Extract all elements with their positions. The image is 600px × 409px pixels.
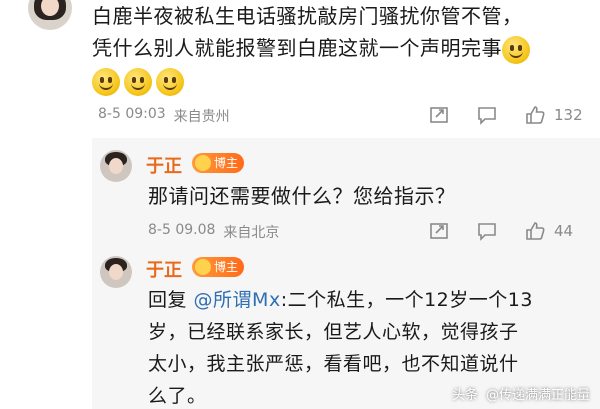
author-badge: 博主 bbox=[192, 257, 245, 277]
reply-actions: 44 bbox=[428, 220, 573, 242]
smile-emoji-icon bbox=[156, 67, 184, 96]
smile-emoji-icon bbox=[92, 67, 120, 96]
comment-date: 8-5 09:03 bbox=[98, 106, 166, 122]
reply-avatar[interactable] bbox=[100, 150, 132, 182]
like-icon[interactable] bbox=[524, 104, 546, 126]
comment-actions: 132 bbox=[428, 104, 583, 126]
comment-meta: 8-5 09:03 来自贵州 bbox=[98, 106, 230, 126]
crown-icon bbox=[195, 155, 211, 171]
reply-meta: 8-5 09.08 来自北京 bbox=[148, 222, 279, 242]
watermark: 头条 @传递满满正能量 bbox=[452, 384, 590, 403]
reply-line-1: 回复 @所谓Mx:二个私生，一个12岁一个13 bbox=[148, 289, 533, 311]
commenter-avatar[interactable] bbox=[28, 0, 72, 30]
smile-emoji-icon bbox=[502, 35, 530, 64]
comment-line-1: 白鹿半夜被私生电话骚扰敲房门骚扰你管不管， bbox=[92, 4, 523, 28]
mention-link[interactable]: @所谓Mx bbox=[194, 289, 281, 311]
reply-author-name[interactable]: 于正 bbox=[146, 256, 182, 282]
reply-line-3: 太小，我主张严惩，看看吧，也不知道说什 bbox=[148, 353, 519, 375]
like-icon[interactable] bbox=[524, 220, 546, 242]
reply-author-name[interactable]: 于正 bbox=[146, 152, 182, 178]
reply-text: 那请问还需要做什么？您给指示？ bbox=[148, 184, 456, 208]
watermark-platform: 头条 bbox=[451, 388, 478, 403]
reply-avatar[interactable] bbox=[100, 256, 132, 288]
reply-date: 8-5 09.08 bbox=[148, 222, 216, 238]
like-count: 44 bbox=[554, 222, 574, 240]
comment-icon[interactable] bbox=[476, 220, 498, 242]
watermark-account: @传递满满正能量 bbox=[485, 388, 590, 403]
crown-icon bbox=[195, 259, 211, 275]
avatar-face bbox=[109, 158, 123, 174]
comment-line-2: 凭什么别人就能报警到白鹿这就一个声明完事 bbox=[92, 32, 592, 64]
comment-line-3 bbox=[92, 64, 592, 96]
author-badge: 博主 bbox=[192, 153, 245, 173]
reply-location: 来自北京 bbox=[223, 225, 280, 241]
comment-icon[interactable] bbox=[476, 104, 498, 126]
share-icon[interactable] bbox=[428, 104, 450, 126]
share-icon[interactable] bbox=[428, 220, 450, 242]
comment-text: 白鹿半夜被私生电话骚扰敲房门骚扰你管不管， 凭什么别人就能报警到白鹿这就一个声明… bbox=[92, 0, 592, 96]
smile-emoji-icon bbox=[124, 67, 152, 96]
comment-location: 来自贵州 bbox=[173, 109, 230, 125]
reply-line-2: 岁，已经联系家长，但艺人心软，觉得孩子 bbox=[148, 321, 519, 343]
like-count: 132 bbox=[554, 106, 583, 124]
avatar-face bbox=[109, 264, 123, 280]
